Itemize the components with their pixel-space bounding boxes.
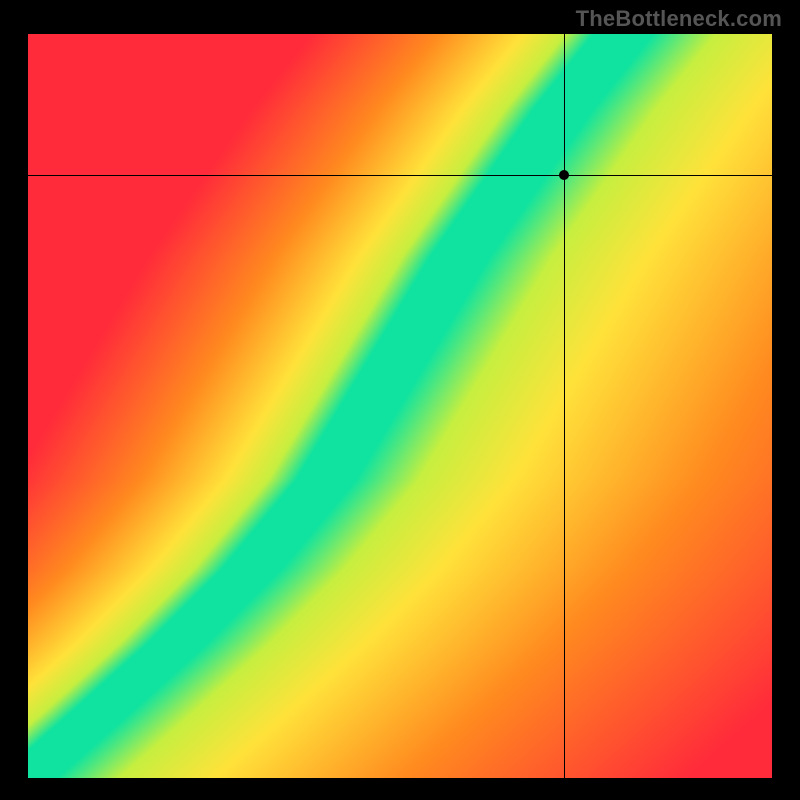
watermark-text: TheBottleneck.com (576, 6, 782, 32)
heatmap-plot (28, 34, 772, 778)
heatmap-canvas (28, 34, 772, 778)
chart-frame: TheBottleneck.com (0, 0, 800, 800)
